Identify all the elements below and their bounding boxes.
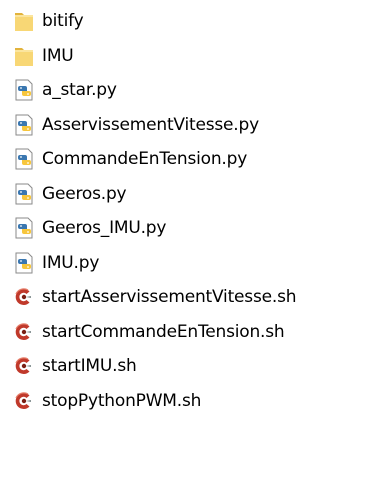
file-item-startasservissementvitesse-sh[interactable]: startAsservissementVitesse.sh	[0, 280, 365, 315]
file-item-a-star-py[interactable]: a_star.py	[0, 73, 365, 108]
folder-item-bitify[interactable]: bitify	[0, 4, 365, 39]
python-file-icon	[12, 78, 36, 102]
file-item-commandeentension-py[interactable]: CommandeEnTension.py	[0, 142, 365, 177]
folder-icon	[12, 44, 36, 68]
folder-item-imu[interactable]: IMU	[0, 39, 365, 74]
python-file-icon	[12, 147, 36, 171]
file-name: IMU.py	[42, 252, 100, 273]
file-name: startIMU.sh	[42, 356, 137, 377]
shell-script-icon	[12, 354, 36, 378]
python-file-icon	[12, 182, 36, 206]
shell-script-icon	[12, 285, 36, 309]
python-file-icon	[12, 113, 36, 137]
file-name: a_star.py	[42, 80, 117, 101]
file-item-asservissementvitesse-py[interactable]: AsservissementVitesse.py	[0, 108, 365, 143]
file-item-stoppythonpwm-sh[interactable]: stopPythonPWM.sh	[0, 384, 365, 419]
file-name: startCommandeEnTension.sh	[42, 321, 285, 342]
file-name: AsservissementVitesse.py	[42, 114, 259, 135]
file-item-geeros-imu-py[interactable]: Geeros_IMU.py	[0, 211, 365, 246]
file-name: IMU	[42, 45, 74, 66]
file-item-startimu-sh[interactable]: startIMU.sh	[0, 349, 365, 384]
file-item-startcommandeentension-sh[interactable]: startCommandeEnTension.sh	[0, 315, 365, 350]
file-name: bitify	[42, 11, 84, 32]
file-item-geeros-py[interactable]: Geeros.py	[0, 177, 365, 212]
shell-script-icon	[12, 389, 36, 413]
folder-icon	[12, 9, 36, 33]
file-name: startAsservissementVitesse.sh	[42, 287, 297, 308]
file-name: Geeros_IMU.py	[42, 218, 167, 239]
file-name: Geeros.py	[42, 183, 127, 204]
python-file-icon	[12, 251, 36, 275]
shell-script-icon	[12, 320, 36, 344]
file-name: CommandeEnTension.py	[42, 149, 248, 170]
file-item-imu-py[interactable]: IMU.py	[0, 246, 365, 281]
python-file-icon	[12, 216, 36, 240]
file-list: bitify IMU a_star.py AsservissementVites…	[0, 0, 365, 418]
file-name: stopPythonPWM.sh	[42, 390, 202, 411]
